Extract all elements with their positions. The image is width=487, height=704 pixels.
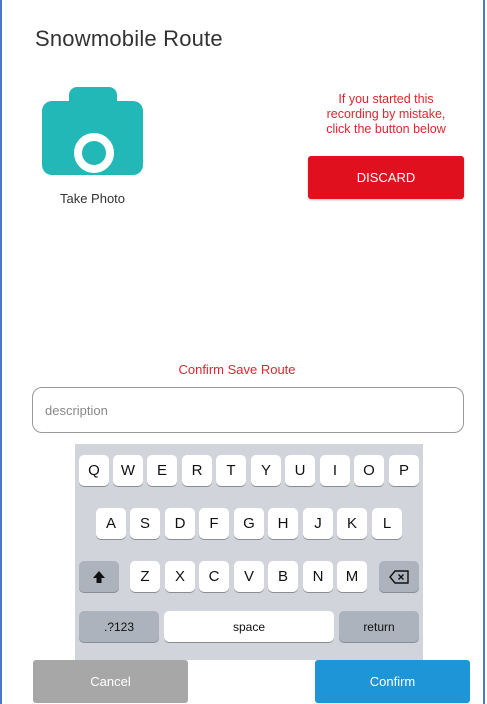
key-space[interactable]: space [164, 611, 334, 642]
shift-arrow-icon [93, 570, 105, 583]
camera-lens [74, 133, 114, 173]
key-d[interactable]: D [165, 508, 195, 539]
key-c[interactable]: C [199, 561, 229, 592]
page-title: Snowmobile Route [35, 26, 223, 51]
key-l[interactable]: L [372, 508, 402, 539]
discard-button[interactable]: DISCARD [308, 156, 464, 199]
key-b[interactable]: B [268, 561, 298, 592]
key-y[interactable]: Y [251, 455, 281, 486]
confirm-save-heading: Confirm Save Route [178, 362, 296, 377]
key-w[interactable]: W [113, 455, 143, 486]
key-z[interactable]: Z [130, 561, 160, 592]
key-u[interactable]: U [285, 455, 315, 486]
take-photo-label: Take Photo [59, 191, 126, 206]
discard-note-line: click the button below [326, 122, 446, 136]
confirm-button[interactable]: Confirm [315, 660, 470, 703]
key-x[interactable]: X [165, 561, 195, 592]
key-g[interactable]: G [234, 508, 264, 539]
key-e[interactable]: E [147, 455, 177, 486]
key-k[interactable]: K [337, 508, 367, 539]
discard-note: If you started this recording by mistake… [302, 92, 470, 137]
key-m[interactable]: M [337, 561, 367, 592]
key-backspace[interactable] [379, 561, 419, 592]
key-numbers[interactable]: .?123 [79, 611, 159, 642]
cancel-button[interactable]: Cancel [33, 660, 188, 703]
key-a[interactable]: A [96, 508, 126, 539]
key-v[interactable]: V [234, 561, 264, 592]
description-input[interactable] [32, 387, 464, 433]
key-f[interactable]: F [199, 508, 229, 539]
key-shift[interactable] [79, 561, 119, 592]
discard-note-line: If you started this [338, 92, 434, 106]
key-o[interactable]: O [354, 455, 384, 486]
on-screen-keyboard: Q W E R T Y U I O P A S D F G H J K L Z … [75, 444, 423, 660]
backspace-icon [389, 569, 409, 584]
camera-icon [42, 101, 143, 175]
discard-note-line: recording by mistake, [326, 107, 446, 121]
key-n[interactable]: N [303, 561, 333, 592]
key-s[interactable]: S [130, 508, 160, 539]
key-return[interactable]: return [339, 611, 419, 642]
take-photo-button[interactable] [42, 87, 143, 175]
key-j[interactable]: J [303, 508, 333, 539]
key-t[interactable]: T [216, 455, 246, 486]
key-h[interactable]: H [268, 508, 298, 539]
app-frame: Snowmobile Route Take Photo If you start… [0, 0, 485, 704]
key-i[interactable]: I [320, 455, 350, 486]
key-p[interactable]: P [389, 455, 419, 486]
key-q[interactable]: Q [79, 455, 109, 486]
key-r[interactable]: R [182, 455, 212, 486]
